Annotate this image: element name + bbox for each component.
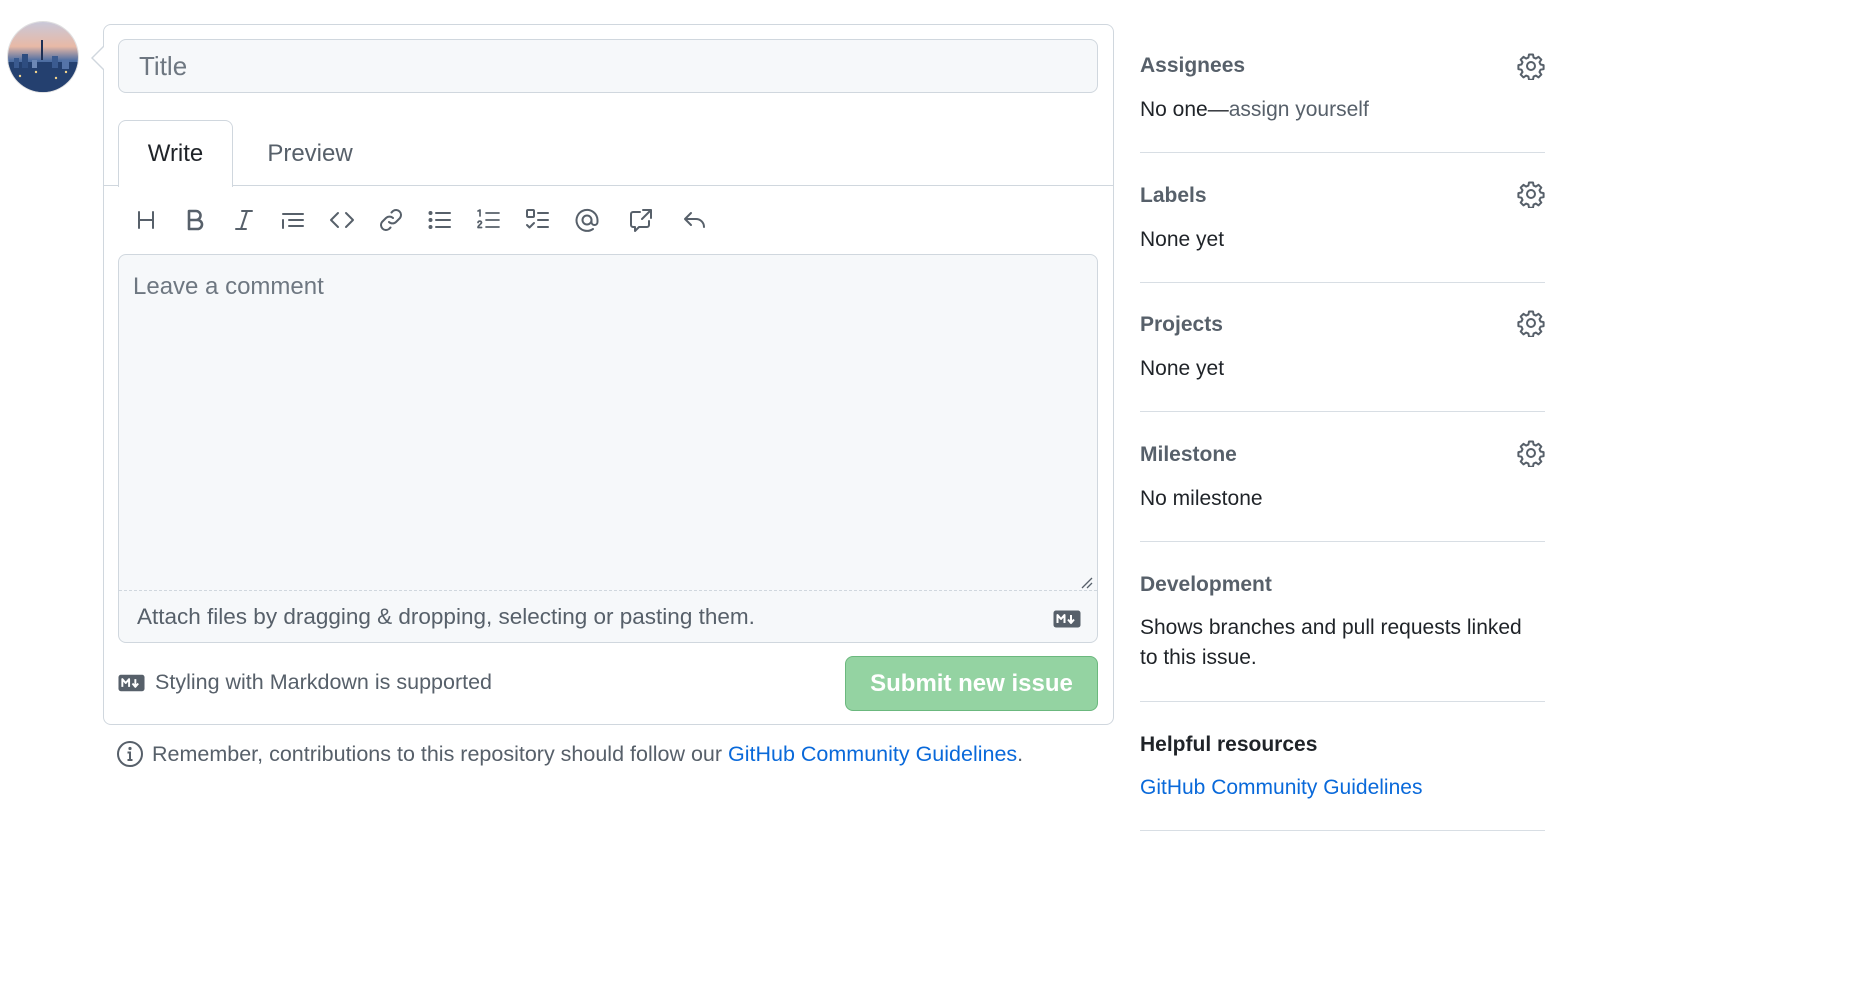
projects-heading: Projects xyxy=(1140,313,1223,336)
quote-icon[interactable] xyxy=(271,198,315,242)
italic-icon[interactable] xyxy=(222,198,266,242)
helpful-resources-heading: Helpful resources xyxy=(1140,733,1318,756)
helpful-resources-value: GitHub Community Guidelines xyxy=(1140,773,1540,803)
info-icon xyxy=(117,741,143,767)
development-heading: Development xyxy=(1140,573,1272,596)
development-value: Shows branches and pull requests linked … xyxy=(1140,616,1522,669)
markdown-icon xyxy=(1053,608,1081,634)
user-avatar[interactable] xyxy=(8,22,78,92)
comment-caret-fill xyxy=(93,47,104,69)
ordered-list-icon[interactable] xyxy=(467,198,511,242)
comment-textarea[interactable] xyxy=(119,255,1097,590)
sidebar-community-guidelines-link[interactable]: GitHub Community Guidelines xyxy=(1140,776,1422,799)
milestone-value: No milestone xyxy=(1140,487,1263,510)
bold-icon[interactable] xyxy=(173,198,217,242)
markdown-support-note[interactable]: Styling with Markdown is supported xyxy=(118,670,492,695)
link-icon[interactable] xyxy=(369,198,413,242)
attach-files-text: Attach files by dragging & dropping, sel… xyxy=(137,604,755,629)
sidebar-divider xyxy=(1140,830,1545,831)
contribution-guideline-note: Remember, contributions to this reposito… xyxy=(116,740,1023,768)
projects-gear-icon[interactable] xyxy=(1517,309,1545,338)
tab-write-label: Write xyxy=(147,140,204,167)
assignees-value: No one—assign yourself xyxy=(1140,95,1540,125)
assignees-gear-icon[interactable] xyxy=(1517,52,1545,81)
sidebar-divider xyxy=(1140,411,1545,412)
heading-icon[interactable] xyxy=(124,198,168,242)
guideline-suffix: . xyxy=(1017,741,1024,766)
code-icon[interactable] xyxy=(320,198,364,242)
tab-preview-label: Preview xyxy=(267,139,353,167)
labels-gear-icon[interactable] xyxy=(1517,180,1545,209)
tab-preview[interactable]: Preview xyxy=(248,120,372,187)
community-guidelines-link[interactable]: GitHub Community Guidelines xyxy=(728,742,1017,766)
milestone-heading: Milestone xyxy=(1140,443,1237,466)
cross-reference-icon[interactable] xyxy=(619,198,663,242)
markdown-icon xyxy=(118,674,145,691)
tab-write[interactable]: Write xyxy=(118,120,233,187)
file-attachment-area[interactable]: Attach files by dragging & dropping, sel… xyxy=(119,590,1097,642)
comment-box: Attach files by dragging & dropping, sel… xyxy=(118,254,1098,643)
sidebar-divider xyxy=(1140,282,1545,283)
assignees-none-text: No one— xyxy=(1140,98,1229,121)
assign-yourself-link[interactable]: assign yourself xyxy=(1229,98,1369,121)
labels-value: None yet xyxy=(1140,228,1225,251)
unordered-list-icon[interactable] xyxy=(418,198,462,242)
assignees-heading: Assignees xyxy=(1140,54,1246,77)
milestone-gear-icon[interactable] xyxy=(1517,439,1545,468)
markdown-support-text: Styling with Markdown is supported xyxy=(155,670,492,694)
submit-new-issue-button[interactable]: Submit new issue xyxy=(845,656,1098,711)
labels-heading: Labels xyxy=(1140,184,1207,207)
avatar-image xyxy=(8,22,78,92)
task-list-icon[interactable] xyxy=(516,198,560,242)
projects-value: None yet xyxy=(1140,357,1225,380)
reply-icon[interactable] xyxy=(673,198,717,242)
sidebar-divider xyxy=(1140,701,1545,702)
sidebar-divider xyxy=(1140,152,1545,153)
resize-handle-icon[interactable] xyxy=(1079,575,1093,589)
mention-icon[interactable] xyxy=(565,198,609,242)
issue-title-input[interactable] xyxy=(118,39,1098,93)
guideline-text: Remember, contributions to this reposito… xyxy=(152,741,728,766)
sidebar-divider xyxy=(1140,541,1545,542)
